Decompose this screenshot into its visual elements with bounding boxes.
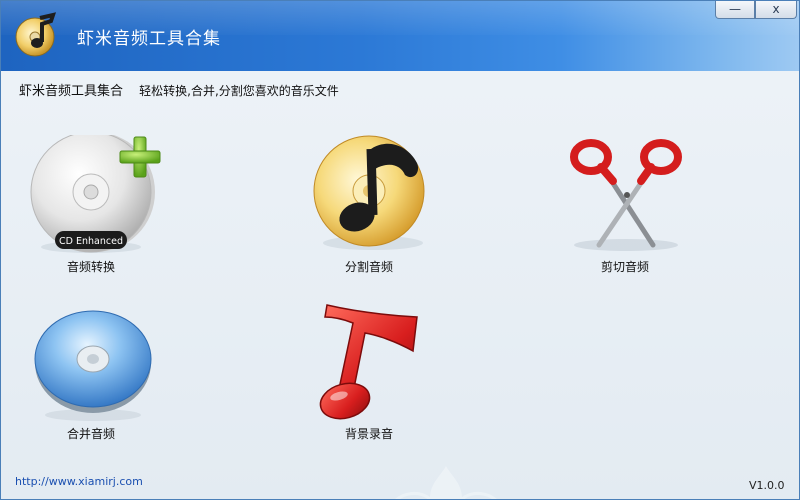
music-disc-icon	[313, 135, 425, 250]
cd-enhanced-icon: CD Enhanced	[30, 135, 161, 253]
tool-label-audio-split: 分割音频	[344, 260, 393, 274]
blue-disc-icon	[34, 310, 152, 421]
cd-enhanced-badge: CD Enhanced	[59, 236, 123, 247]
header-description: 轻松转换,合并,分割您喜欢的音乐文件	[139, 84, 339, 98]
tool-background-record[interactable]: 背景录音	[299, 301, 439, 447]
tool-label-background-record: 背景录音	[344, 427, 393, 441]
minimize-button[interactable]: —	[715, 1, 755, 19]
scissors-icon	[570, 139, 682, 251]
version-label: V1.0.0	[749, 479, 785, 492]
tool-label-audio-cut: 剪切音频	[600, 260, 649, 274]
tool-label-audio-merge: 合并音频	[66, 427, 115, 441]
window-title: 虾米音频工具合集	[77, 29, 221, 49]
website-link[interactable]: http://www.xiamirj.com	[15, 475, 143, 488]
tool-label-audio-convert: 音频转换	[66, 260, 115, 274]
close-button[interactable]: x	[755, 1, 797, 19]
watermark-logo	[395, 466, 497, 499]
red-music-note-icon	[319, 304, 418, 420]
app-icon	[15, 12, 57, 57]
header: 虾米音频工具集合 轻松转换,合并,分割您喜欢的音乐文件	[19, 80, 339, 99]
tool-audio-cut[interactable]: 剪切音频	[555, 129, 695, 279]
title-bar[interactable]: 虾米音频工具合集 — x	[1, 1, 799, 71]
app-window: 虾米音频工具合集 — x 虾米音频工具集合 轻松转换,合并,分割您喜欢的音乐文件	[0, 0, 800, 500]
tool-audio-convert[interactable]: CD Enhanced 音频转换	[21, 129, 161, 279]
tool-audio-split[interactable]: 分割音频	[299, 129, 439, 279]
tool-audio-merge[interactable]: 合并音频	[21, 307, 161, 447]
header-title: 虾米音频工具集合	[19, 84, 124, 99]
